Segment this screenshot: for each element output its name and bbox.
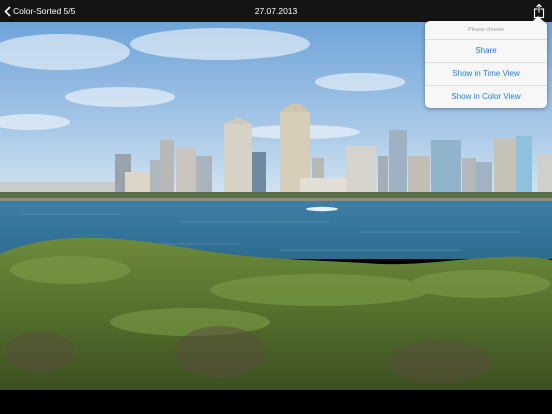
- chevron-left-icon: [4, 5, 11, 17]
- bottom-bar: [0, 390, 552, 414]
- back-button[interactable]: Color-Sorted 5/5: [4, 0, 75, 22]
- show-in-color-view-option[interactable]: Show in Color View: [425, 86, 547, 108]
- share-option[interactable]: Share: [425, 40, 547, 63]
- popover-header: Please choose: [425, 21, 547, 40]
- page-title: 27.07.2013: [254, 6, 298, 16]
- back-button-label: Color-Sorted 5/5: [13, 6, 76, 16]
- navigation-bar: Color-Sorted 5/5 27.07.2013: [0, 0, 552, 22]
- show-in-time-view-option[interactable]: Show in Time View: [425, 63, 547, 86]
- popover-arrow: [532, 16, 544, 22]
- share-popover: Please choose Share Show in Time View Sh…: [425, 16, 547, 108]
